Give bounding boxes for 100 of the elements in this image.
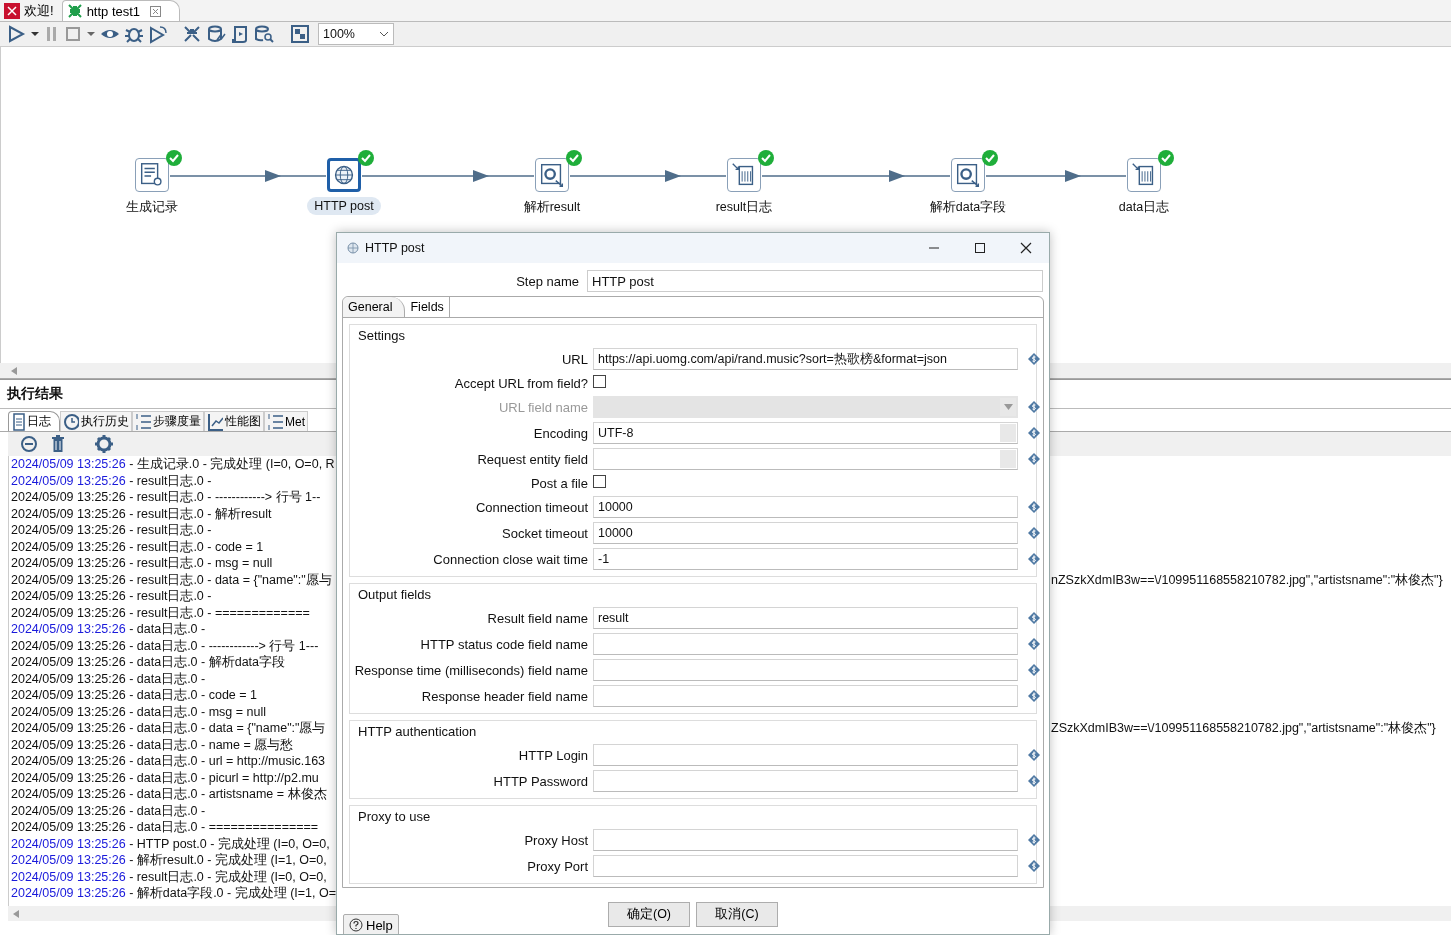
checkbox[interactable]	[593, 475, 606, 488]
text-field[interactable]: 10000	[593, 522, 1018, 544]
document-gear-icon	[141, 163, 162, 186]
text-field[interactable]	[593, 659, 1018, 681]
log-line: 2024/05/09 13:25:26 - data日志.0 - url = http://music.163	[10, 753, 327, 770]
results-tab[interactable]: 步骤度量	[132, 411, 204, 431]
log-line: 2024/05/09 13:25:26 - data日志.0 - name = 愿与愁	[10, 736, 295, 753]
log-line: 2024/05/09 13:25:26 - data日志.0 - code = 1	[10, 687, 258, 704]
variable-icon	[1028, 612, 1040, 624]
clock-icon	[63, 411, 79, 432]
text-field[interactable]: result	[593, 607, 1018, 629]
checkbox[interactable]	[593, 375, 606, 388]
step-node[interactable]	[727, 158, 761, 192]
text-field[interactable]	[593, 829, 1018, 851]
caret-icon	[379, 29, 389, 39]
text-field[interactable]	[593, 744, 1018, 766]
variable-icon	[1028, 427, 1040, 439]
play-icon[interactable]	[6, 24, 26, 44]
field-label: URL field name	[497, 399, 588, 415]
log-line: 2024/05/09 13:25:26 - result日志.0 -	[10, 588, 213, 605]
log-line: 2024/05/09 13:25:26 - result日志.0 -	[10, 522, 213, 539]
text-field[interactable]: -1	[593, 548, 1018, 570]
variable-icon	[1028, 860, 1040, 872]
caret-icon	[1003, 404, 1013, 410]
log-line: 2024/05/09 13:25:26 - 生成记录.0 - 完成处理 (I=0, O=0, R	[10, 456, 336, 473]
log-line: 2024/05/09 13:25:26 - result日志.0 - msg = null	[10, 555, 274, 572]
field-label: Proxy Port	[526, 858, 588, 874]
close-icon	[1020, 242, 1032, 254]
variable-icon	[1028, 834, 1040, 846]
results-tab[interactable]: 性能图	[204, 411, 264, 431]
replay-icon[interactable]	[148, 24, 168, 44]
step-node[interactable]	[1127, 158, 1161, 192]
field-label: HTTP Password	[492, 773, 588, 789]
step-node[interactable]	[535, 158, 569, 192]
variable-icon	[1028, 749, 1040, 761]
group-title: Proxy to use	[357, 808, 432, 826]
text-field[interactable]	[593, 685, 1018, 707]
help-icon	[349, 918, 363, 932]
log-line: 2024/05/09 13:25:26 - result日志.0 - 完成处理 (I=0, O=0,	[10, 868, 328, 885]
field-label: Connection close wait time	[432, 551, 588, 567]
results-tab[interactable]: 执行历史	[60, 411, 132, 431]
variable-icon	[1028, 501, 1040, 513]
database-icon[interactable]	[206, 24, 226, 44]
field-label: Post a file	[529, 475, 588, 491]
log-line: 2024/05/09 13:25:26 - data日志.0 -	[10, 802, 207, 819]
dropdown-field[interactable]: UTF-8	[593, 422, 1018, 444]
panel-title: 执行结果	[7, 385, 63, 403]
target-icon	[957, 164, 979, 187]
variable-icon	[1028, 775, 1040, 787]
window-title: HTTP post	[365, 241, 426, 255]
log-line: 2024/05/09 13:25:26 - data日志.0 - data = {"name":"愿与	[10, 720, 327, 737]
editor-tab[interactable]: http test1	[61, 0, 181, 21]
variable-icon	[1028, 553, 1040, 565]
field-label: Encoding	[532, 425, 588, 441]
script-icon[interactable]	[230, 24, 250, 44]
editor-tab[interactable]: 欢迎!	[0, 0, 62, 21]
step-node[interactable]	[951, 158, 985, 192]
log-text: ZSzkXdmIB3w==\/109951168558210782.jpg","artistsname":"林俊杰"}	[1051, 720, 1436, 737]
step-node[interactable]	[327, 158, 361, 192]
field-label: HTTP Login	[517, 747, 588, 763]
results-tab[interactable]: 日志	[8, 411, 60, 431]
variable-icon	[1028, 690, 1040, 702]
globe-icon	[334, 165, 354, 185]
step-label: 解析data字段	[928, 199, 1008, 216]
text-field[interactable]	[593, 770, 1018, 792]
text-field[interactable]: https://api.uomg.com/api/rand.music?sort=热歌榜&format=json	[593, 348, 1018, 370]
results-tab[interactable]: Met	[264, 411, 308, 431]
log-line: 2024/05/09 13:25:26 - data日志.0 - ------------> 行号 1---	[10, 637, 320, 654]
field-label: Response time (milliseconds) field name	[353, 662, 588, 678]
dialog-button[interactable]: 确定(O)	[608, 902, 690, 927]
log-line: 2024/05/09 13:25:26 - data日志.0 - picurl = http://p2.mu	[10, 769, 320, 786]
grid-icon[interactable]	[290, 24, 310, 44]
dialog-button[interactable]: 取消(C)	[696, 902, 778, 927]
chart-icon	[207, 411, 223, 432]
gear-icon[interactable]	[94, 434, 114, 454]
tab[interactable]: Fields	[405, 297, 450, 317]
log-line: 2024/05/09 13:25:26 - result日志.0 - 解析result	[10, 505, 273, 522]
close-icon[interactable]	[150, 5, 162, 17]
text-field[interactable]	[593, 633, 1018, 655]
variable-icon	[1028, 638, 1040, 650]
tab[interactable]: General	[343, 297, 406, 317]
text-field[interactable]	[593, 855, 1018, 877]
target-icon	[541, 164, 563, 187]
dropdown-field[interactable]	[593, 448, 1018, 470]
text-field[interactable]: HTTP post	[587, 270, 1043, 292]
globe-icon	[347, 242, 359, 254]
variable-icon	[1028, 353, 1040, 365]
field-label: Proxy Host	[523, 832, 588, 848]
trash-icon[interactable]	[50, 434, 66, 454]
log-line: 2024/05/09 13:25:26 - result日志.0 -	[10, 472, 213, 489]
help-button[interactable]: Help	[343, 914, 399, 934]
stop-circle-icon[interactable]	[20, 434, 38, 454]
search-icon[interactable]	[254, 24, 274, 44]
step-node[interactable]	[135, 158, 169, 192]
group-title: HTTP authentication	[357, 723, 478, 741]
log-text: nZSzkXdmIB3w==\/109951168558210782.jpg","artistsname":"林俊杰"}	[1051, 571, 1443, 588]
field-label: Result field name	[486, 610, 588, 626]
log-line: 2024/05/09 13:25:26 - result日志.0 - ------------> 行号 1--	[10, 489, 322, 506]
text-field[interactable]: 10000	[593, 496, 1018, 518]
zoom-dropdown[interactable]: 100%	[318, 23, 394, 45]
